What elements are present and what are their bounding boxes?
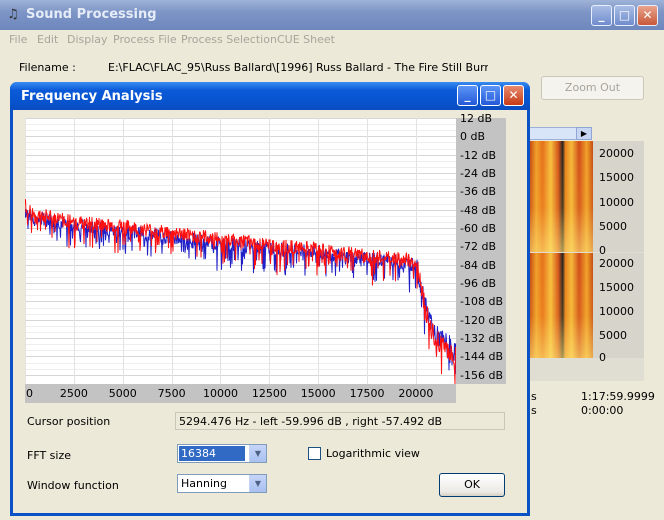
zoom-out-button[interactable]: Zoom Out	[541, 76, 644, 100]
maximize-icon: □	[484, 88, 497, 102]
y-tick-label: -36 dB	[460, 185, 496, 199]
menu-edit[interactable]: Edit	[37, 33, 58, 46]
menu-process-file[interactable]: Process File	[113, 33, 177, 46]
spectrogram-overlay	[530, 141, 593, 252]
y-tick-label: -96 dB	[460, 277, 496, 291]
position-value: 0:00:00	[581, 404, 624, 417]
y-tick-label: 12 dB	[460, 112, 493, 125]
ok-button[interactable]: OK	[439, 473, 505, 497]
y-tick-label: -60 dB	[460, 222, 496, 236]
dialog-title: Frequency Analysis	[21, 89, 163, 104]
y-tick-label: -108 dB	[460, 295, 503, 309]
chevron-right-icon: ▶	[580, 129, 588, 138]
fft-size-value: 16384	[179, 446, 245, 461]
y-tick-label: -48 dB	[460, 203, 496, 217]
y-tick-label: -156 dB	[460, 368, 503, 382]
x-tick-label: 10000	[202, 387, 238, 400]
dialog-maximize-button[interactable]: □	[480, 85, 501, 106]
window-function-label: Window function	[27, 479, 119, 492]
spectrogram-tick: 5000	[599, 220, 627, 233]
spectrum-chart	[24, 118, 457, 385]
menu-display[interactable]: Display	[67, 33, 108, 46]
x-tick-label: 7500	[157, 387, 186, 400]
x-tick-label: 0	[26, 387, 33, 400]
stat-label: s	[531, 404, 537, 417]
minimize-icon: _	[598, 8, 605, 22]
spectrogram-tick: 10000	[599, 305, 634, 318]
x-tick-label: 2500	[59, 387, 88, 400]
grid	[25, 118, 456, 384]
y-tick-label: -132 dB	[460, 332, 503, 346]
spectrogram-tick: 15000	[599, 171, 634, 184]
fft-size-label: FFT size	[27, 449, 72, 462]
filename-value: E:\FLAC\FLAC_95\Russ Ballard\[1996] Russ…	[108, 61, 488, 74]
spectrogram-tick: 0	[599, 351, 606, 364]
close-icon: ✕	[508, 88, 519, 102]
logarithmic-view-checkbox[interactable]	[308, 447, 321, 460]
spectrogram-tick: 0	[599, 244, 606, 257]
dialog-minimize-button[interactable]: _	[457, 85, 478, 106]
x-tick-label: 17500	[349, 387, 385, 400]
maximize-icon: □	[618, 8, 631, 22]
x-axis-panel	[25, 384, 456, 403]
minimize-button[interactable]: _	[591, 5, 612, 26]
x-tick-label: 5000	[108, 387, 137, 400]
y-tick-label: -24 dB	[460, 167, 496, 181]
menu-file[interactable]: File	[9, 33, 27, 46]
minimize-icon: _	[464, 88, 471, 102]
window-function-value: Hanning	[181, 477, 227, 490]
cursor-position-value: 5294.476 Hz - left -59.996 dB , right -5…	[179, 415, 443, 428]
y-tick-label: -144 dB	[460, 350, 503, 364]
spectrum-plot[interactable]	[24, 118, 457, 385]
y-tick-label: 0 dB	[460, 130, 486, 144]
spectrogram-tick: 20000	[599, 147, 634, 160]
spectrogram-overlay	[530, 253, 593, 358]
x-tick-label: 20000	[398, 387, 434, 400]
stat-label: s	[531, 390, 537, 403]
chevron-down-icon[interactable]: ▼	[249, 475, 266, 492]
menu-cue-sheet[interactable]: CUE Sheet	[277, 33, 335, 46]
y-tick-label: -120 dB	[460, 313, 503, 327]
duration-value: 1:17:59.9999	[581, 390, 655, 403]
y-tick-label: -72 dB	[460, 240, 496, 254]
y-tick-label: -12 dB	[460, 148, 496, 162]
app-icon: ♫	[7, 7, 19, 22]
logarithmic-view-label[interactable]: Logarithmic view	[326, 447, 420, 460]
spectrogram-tick: 20000	[599, 257, 634, 270]
dialog-close-button[interactable]: ✕	[503, 85, 524, 106]
x-tick-label: 12500	[251, 387, 287, 400]
maximize-button[interactable]: □	[614, 5, 635, 26]
chevron-down-icon[interactable]: ▼	[249, 445, 266, 462]
filename-label: Filename :	[19, 61, 76, 74]
window-function-select[interactable]: Hanning ▼	[177, 474, 267, 493]
y-tick-label: -84 dB	[460, 258, 496, 272]
cursor-position-label: Cursor position	[27, 415, 111, 428]
scroll-right-button[interactable]: ▶	[576, 127, 592, 140]
x-tick-label: 15000	[300, 387, 336, 400]
main-window-title: Sound Processing	[26, 7, 157, 22]
close-icon: ✕	[642, 8, 653, 22]
spectrogram-tick: 10000	[599, 196, 634, 209]
spectrogram-tick: 5000	[599, 329, 627, 342]
close-button[interactable]: ✕	[637, 5, 658, 26]
spectrogram-tick: 15000	[599, 281, 634, 294]
menu-process-selection[interactable]: Process Selection	[181, 33, 277, 46]
